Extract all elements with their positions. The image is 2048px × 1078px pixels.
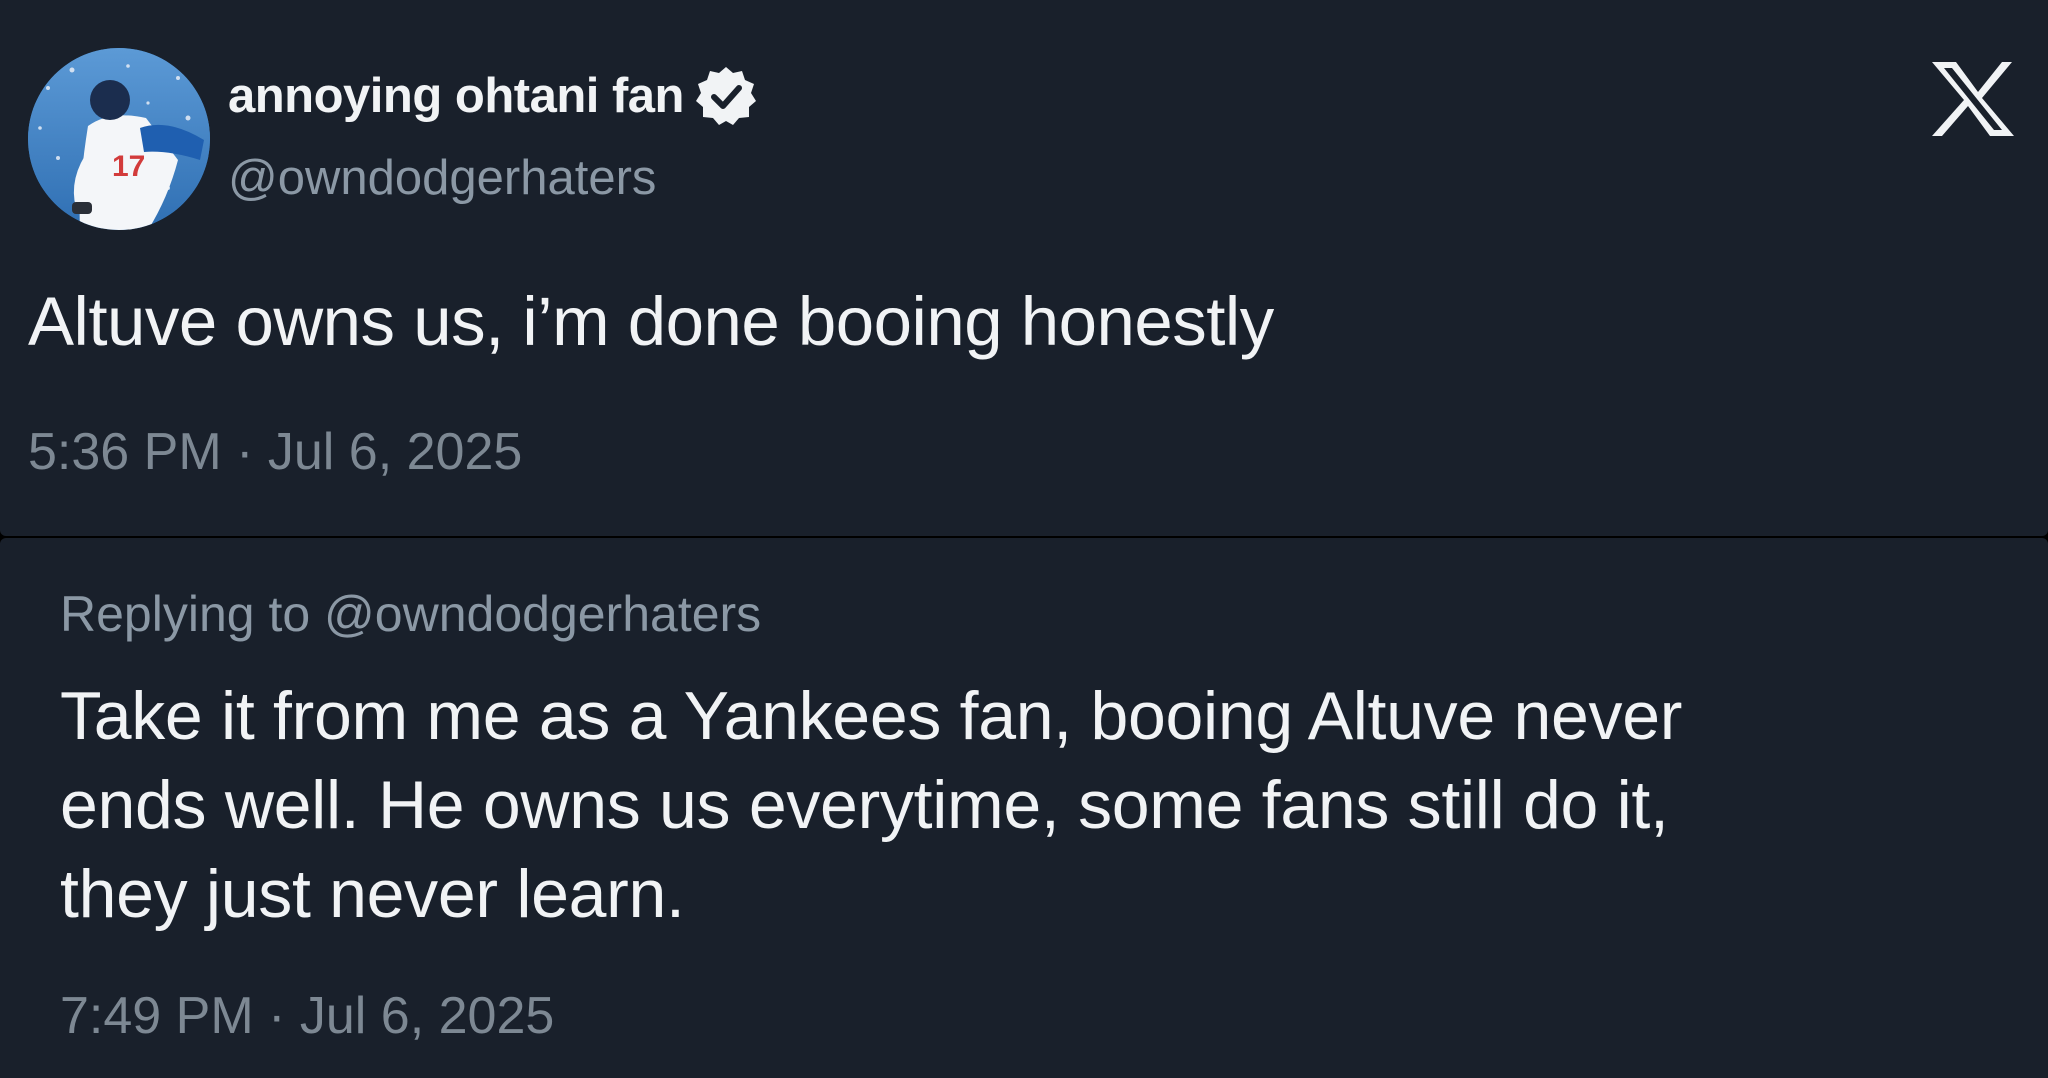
reply-text-line: they just never learn. — [60, 856, 685, 932]
tweet-timestamp[interactable]: 5:36 PM · Jul 6, 2025 — [28, 422, 522, 482]
tweet-card: 17 annoying ohtani fan @owndodgerhaters … — [0, 0, 2048, 536]
svg-text:17: 17 — [112, 150, 145, 183]
display-name-text: annoying ohtani fan — [228, 69, 684, 123]
avatar[interactable]: 17 — [28, 48, 210, 230]
replying-to-label[interactable]: Replying to @owndodgerhaters — [60, 585, 761, 643]
display-name[interactable]: annoying ohtani fan — [228, 67, 758, 125]
reply-text-line: Take it from me as a Yankees fan, booing… — [60, 678, 1683, 754]
x-logo-icon[interactable] — [1930, 62, 2016, 136]
reply-text: Take it from me as a Yankees fan, booing… — [60, 672, 1960, 939]
avatar-image: 17 — [28, 48, 210, 230]
reply-timestamp[interactable]: 7:49 PM · Jul 6, 2025 — [60, 986, 554, 1046]
tweet-text: Altuve owns us, i’m done booing honestly — [28, 283, 1274, 360]
user-handle[interactable]: @owndodgerhaters — [228, 150, 656, 206]
screenshot-canvas: 17 annoying ohtani fan @owndodgerhaters … — [0, 0, 2048, 1078]
reply-text-line: ends well. He owns us everytime, some fa… — [60, 767, 1669, 843]
verified-badge-icon — [695, 67, 756, 125]
